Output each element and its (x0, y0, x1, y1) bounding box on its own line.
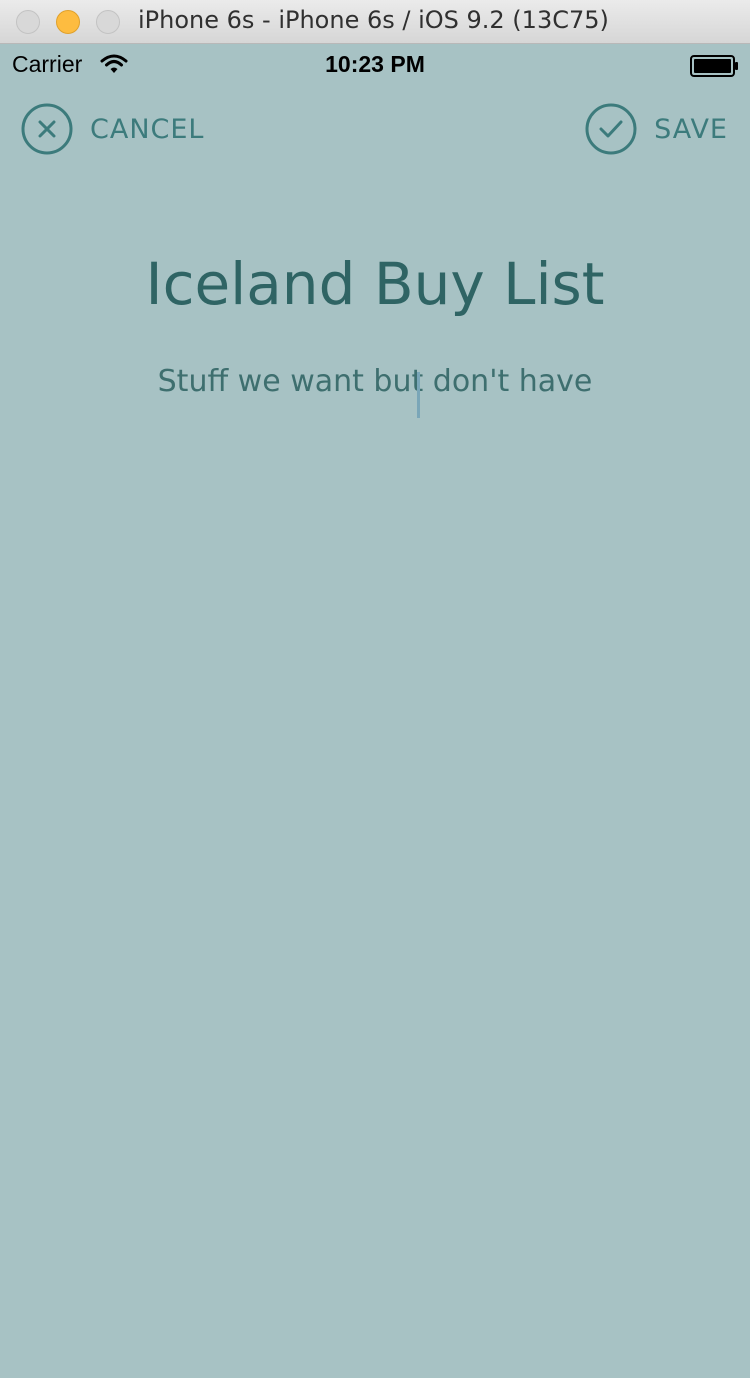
save-button[interactable]: SAVE (584, 96, 728, 162)
text-cursor (417, 372, 420, 418)
window-zoom-button[interactable] (96, 10, 120, 34)
list-form: Iceland Buy List Stuff we want but don't… (0, 250, 750, 418)
checkmark-circle-icon (585, 103, 637, 155)
window-titlebar: iPhone 6s - iPhone 6s / iOS 9.2 (13C75) (0, 0, 750, 44)
cancel-button[interactable]: CANCEL (20, 96, 204, 162)
status-bar: Carrier 10:23 PM (0, 44, 750, 84)
window-minimize-button[interactable] (56, 10, 80, 34)
window-close-button[interactable] (16, 10, 40, 34)
cancel-label: CANCEL (90, 113, 205, 145)
battery-icon (690, 55, 738, 77)
save-label: SAVE (654, 113, 728, 145)
close-circle-icon (21, 103, 73, 155)
navigation-bar: CANCEL SAVE (0, 96, 750, 166)
simulator-window: iPhone 6s - iPhone 6s / iOS 9.2 (13C75) … (0, 0, 750, 1378)
list-title-field[interactable]: Iceland Buy List (0, 250, 750, 318)
window-title: iPhone 6s - iPhone 6s / iOS 9.2 (13C75) (138, 6, 609, 34)
status-time: 10:23 PM (325, 51, 425, 77)
list-description-field[interactable]: Stuff we want but don't have (0, 364, 750, 399)
